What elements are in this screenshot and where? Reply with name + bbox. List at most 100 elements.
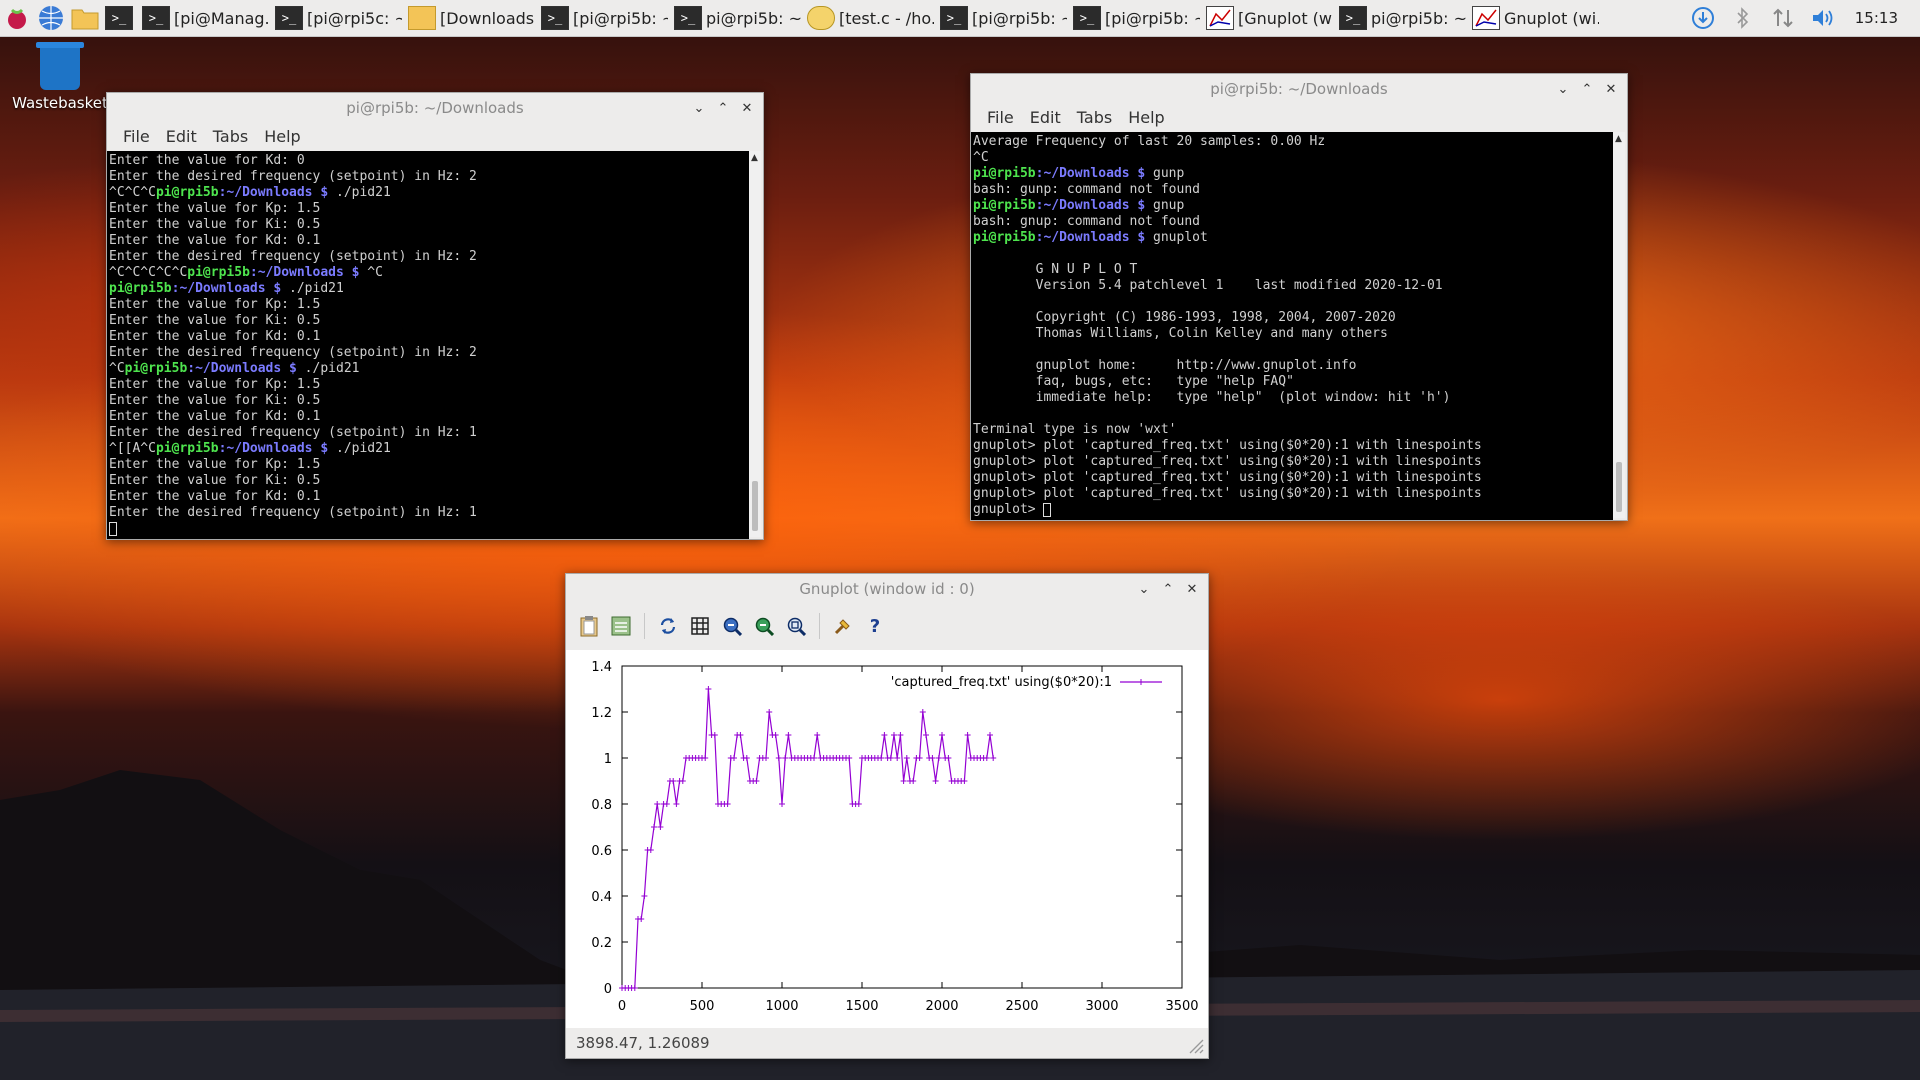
taskbar-item-terminal[interactable]: >_pi@rpi5b: ~... [1337,1,1470,35]
grid-icon[interactable] [685,611,715,641]
config-icon[interactable] [828,611,858,641]
scroll-thumb[interactable] [1616,462,1622,512]
taskbar-item-terminal[interactable]: >_[pi@rpi5b: ~... [938,1,1071,35]
scroll-thumb[interactable] [752,481,758,531]
terminal-output[interactable]: Average Frequency of last 20 samples: 0.… [971,132,1613,520]
taskbar-item-terminal[interactable]: >_[pi@rpi5c: ~] [273,1,406,35]
prompt-user: pi@rpi5b [109,281,172,296]
menu-file[interactable]: File [979,108,1022,127]
menu-edit[interactable]: Edit [1022,108,1069,127]
scrollbar[interactable]: ▲ [749,151,761,537]
maximize-button[interactable]: ⌃ [1577,79,1597,99]
terminal-line [107,521,749,537]
y-tick-label: 0.8 [591,798,612,813]
minimize-button[interactable]: ⌄ [689,98,709,118]
zoom-next-icon[interactable] [749,611,779,641]
terminal-line: Enter the desired frequency (setpoint) i… [107,425,749,441]
export-icon[interactable] [606,611,636,641]
series-line [622,688,994,989]
autoscale-icon[interactable] [781,611,811,641]
wastebasket-desktop-icon[interactable]: Wastebasket [10,42,110,112]
terminal-line: Enter the value for Kd: 0 [107,153,749,169]
plot-canvas[interactable]: 0 0.2 0.4 0.6 0.8 1 1.2 1.4 0 500 1000 1500 2000 2500… [566,650,1208,1028]
close-button[interactable]: ✕ [1601,79,1621,99]
prompt-user: pi@rpi5b [973,166,1036,181]
network-icon[interactable] [1763,1,1803,35]
title-bar[interactable]: pi@rpi5b: ~/Downloads ⌄ ⌃ ✕ [971,74,1627,104]
output-text: bash: gunp: command not found [973,182,1200,197]
maximize-button[interactable]: ⌃ [713,98,733,118]
taskbar-item-terminal[interactable]: >_pi@rpi5b: ~... [672,1,805,35]
taskbar-item-gnuplot[interactable]: [Gnuplot (wi... [1204,1,1337,35]
y-tick-label: 0.6 [591,844,612,859]
chart[interactable]: 0 0.2 0.4 0.6 0.8 1 1.2 1.4 0 500 1000 1500 2000 2500… [566,650,1208,1028]
output-text: Version 5.4 patchlevel 1 last modified 2… [973,278,1443,293]
taskbar-item-gnuplot[interactable]: Gnuplot (wi... [1470,1,1603,35]
prompt-user: pi@rpi5b [155,185,219,200]
y-tick-label: 1.2 [591,706,612,721]
terminal-line: Thomas Williams, Colin Kelley and many o… [971,326,1613,342]
scroll-up-arrow-icon[interactable]: ▲ [1615,134,1622,144]
replot-icon[interactable] [653,611,683,641]
terminal-line: pi@rpi5b:~/Downloads $ gnuplot [971,230,1613,246]
file-manager-icon[interactable] [68,1,102,35]
y-tick-label: 1 [604,752,612,767]
data-point [881,732,888,738]
terminal-icon: >_ [1339,6,1367,30]
scroll-up-arrow-icon[interactable]: ▲ [751,153,758,163]
data-point [919,709,926,715]
data-point [731,755,737,761]
data-point [964,732,971,738]
output-text: ^C [973,150,989,165]
terminal-line: G N U P L O T [971,262,1613,278]
data-point [670,778,677,784]
x-tick-label: 1000 [765,999,798,1014]
taskbar-item-editor[interactable]: [test.c - /ho... [805,1,938,35]
output-text: Enter the value for Kd: 0.1 [109,233,321,248]
menu-help[interactable]: Help [1120,108,1172,127]
data-point [887,755,894,761]
help-icon[interactable]: ? [860,611,890,641]
output-text: Enter the value for Kd: 0 [109,153,305,168]
clipboard-icon[interactable] [574,611,604,641]
taskbar-item-terminal[interactable]: >_[pi@rpi5b: ~] [539,1,672,35]
updates-icon[interactable] [1683,1,1723,35]
close-button[interactable]: ✕ [1182,579,1202,599]
volume-icon[interactable] [1803,1,1843,35]
menu-file[interactable]: File [115,127,158,146]
title-bar[interactable]: Gnuplot (window id : 0) ⌄ ⌃ ✕ [566,574,1208,604]
scrollbar[interactable]: ▲ [1613,132,1625,518]
terminal-line: gnuplot> plot 'captured_freq.txt' using(… [971,486,1613,502]
menu-tabs[interactable]: Tabs [1069,108,1120,127]
minimize-button[interactable]: ⌄ [1134,579,1154,599]
data-point [647,847,654,853]
clock[interactable]: 15:13 [1843,9,1920,27]
maximize-button[interactable]: ⌃ [1158,579,1178,599]
resize-grip-icon[interactable] [1184,1034,1204,1054]
terminal-line: Enter the desired frequency (setpoint) i… [107,345,749,361]
menu-tabs[interactable]: Tabs [205,127,256,146]
terminal-output[interactable]: Enter the value for Kd: 0 Enter the desir… [107,151,749,539]
raspberry-menu-icon[interactable] [0,1,34,35]
terminal-launcher-icon[interactable]: >_ [102,1,136,35]
taskbar-item-terminal[interactable]: >_[pi@Manag... [140,1,273,35]
menu-help[interactable]: Help [256,127,308,146]
bluetooth-icon[interactable] [1723,1,1763,35]
y-tick-label: 1.4 [591,660,612,675]
command-text: ^C [359,265,383,280]
output-text: Enter the value for Ki: 0.5 [109,313,321,328]
terminal-icon: >_ [541,6,569,30]
output-text: Enter the desired frequency (setpoint) i… [109,169,477,184]
prompt-prefix: ^C^C^C [109,185,156,200]
zoom-prev-icon[interactable] [717,611,747,641]
data-point [894,755,901,761]
web-browser-icon[interactable] [34,1,68,35]
title-bar[interactable]: pi@rpi5b: ~/Downloads ⌄ ⌃ ✕ [107,93,763,123]
taskbar-item-folder[interactable]: [Downloads] [406,1,539,35]
terminal-line: pi@rpi5b:~/Downloads $ gunp [971,166,1613,182]
close-button[interactable]: ✕ [737,98,757,118]
taskbar-item-terminal[interactable]: >_[pi@rpi5b: ~... [1071,1,1204,35]
minimize-button[interactable]: ⌄ [1553,79,1573,99]
menu-edit[interactable]: Edit [158,127,205,146]
gnuplot-toolbar: ? [566,604,1208,648]
